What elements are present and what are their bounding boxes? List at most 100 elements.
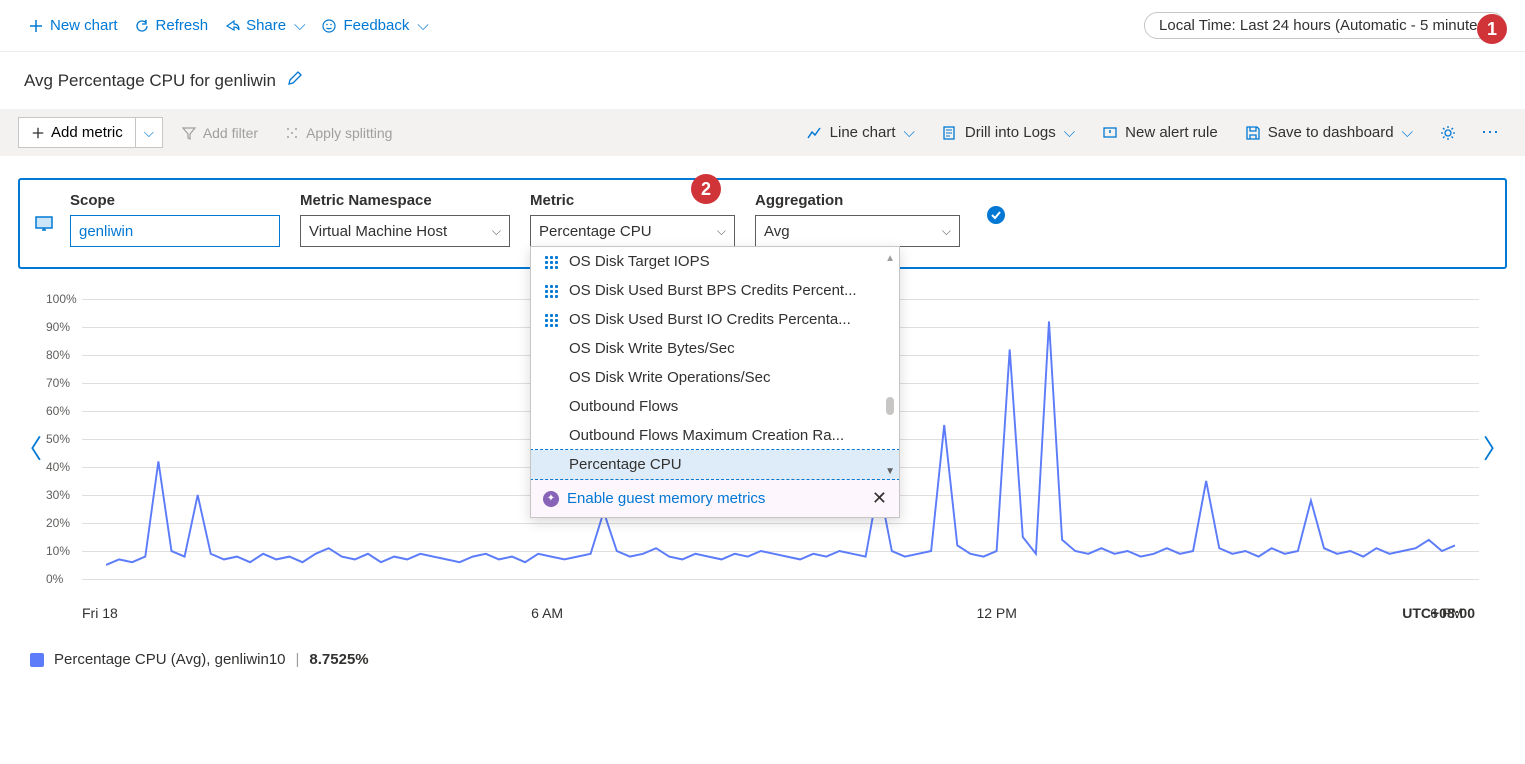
share-label: Share — [246, 17, 286, 34]
metric-option[interactable]: Percentage CPU — [531, 450, 899, 479]
save-dashboard-label: Save to dashboard — [1268, 124, 1394, 141]
y-tick-label: 20% — [46, 516, 70, 530]
filter-icon — [181, 125, 197, 141]
new-chart-label: New chart — [50, 17, 118, 34]
top-toolbar: New chart Refresh Share ⌵ Feedback ⌵ Loc… — [0, 0, 1525, 52]
compass-icon: ✦ — [543, 491, 559, 507]
feedback-label: Feedback — [343, 17, 409, 34]
callout-2: 2 — [691, 174, 721, 204]
metric-option-label: OS Disk Write Bytes/Sec — [569, 340, 735, 357]
legend-swatch — [30, 653, 44, 667]
metric-option-label: Outbound Flows Maximum Creation Ra... — [569, 427, 844, 444]
chevron-down-icon: ⌵ — [1402, 124, 1413, 141]
chart-title: Avg Percentage CPU for genliwin — [0, 52, 1525, 109]
apply-splitting-button: Apply splitting — [276, 121, 400, 145]
close-icon[interactable]: ✕ — [872, 488, 887, 509]
chevron-down-icon: ⌵ — [904, 124, 915, 141]
save-dashboard-button[interactable]: Save to dashboard ⌵ — [1236, 120, 1421, 146]
namespace-value: Virtual Machine Host — [309, 223, 447, 240]
scroll-down-icon[interactable]: ▼ — [885, 466, 895, 477]
drill-logs-button[interactable]: Drill into Logs ⌵ — [933, 120, 1083, 146]
chevron-down-icon: ⌵ — [942, 224, 951, 239]
edit-title-button[interactable] — [287, 71, 303, 90]
scatter-icon — [543, 254, 559, 270]
pencil-icon — [287, 70, 303, 86]
y-tick-label: 60% — [46, 404, 70, 418]
add-metric-button[interactable]: Add metric — [18, 117, 136, 148]
metric-option-label: OS Disk Used Burst IO Credits Percenta..… — [569, 311, 851, 328]
more-button[interactable]: ⋯ — [1475, 122, 1507, 143]
x-tick-label: Fri 18 — [82, 605, 118, 621]
y-tick-label: 80% — [46, 348, 70, 362]
y-tick-label: 30% — [46, 488, 70, 502]
next-time-button[interactable]: 〉 — [1483, 429, 1509, 466]
metric-option[interactable]: OS Disk Used Burst IO Credits Percenta..… — [531, 305, 899, 334]
x-tick-label: 12 PM — [976, 605, 1016, 621]
scroll-up-icon[interactable]: ▲ — [885, 253, 895, 264]
plus-icon — [31, 126, 45, 140]
x-axis-labels: Fri 186 AM12 PM6 PM — [82, 605, 1463, 621]
legend-series-name: Percentage CPU (Avg), genliwin10 — [54, 651, 286, 668]
scrollbar-thumb[interactable] — [886, 397, 894, 415]
x-tick-label: 6 AM — [531, 605, 563, 621]
metric-option[interactable]: OS Disk Used Burst BPS Credits Percent..… — [531, 276, 899, 305]
metric-option[interactable]: OS Disk Write Bytes/Sec — [531, 334, 899, 363]
aggregation-selector[interactable]: Avg ⌵ — [755, 215, 960, 247]
add-metric-dropdown[interactable]: ⌵ — [136, 117, 163, 148]
scope-selector[interactable]: genliwin — [70, 215, 280, 247]
time-range-picker[interactable]: Local Time: Last 24 hours (Automatic - 5… — [1144, 12, 1505, 39]
y-tick-label: 50% — [46, 432, 70, 446]
chevron-down-icon: ⌵ — [294, 17, 305, 34]
metric-option[interactable]: Outbound Flows Maximum Creation Ra... — [531, 421, 899, 450]
feedback-button[interactable]: Feedback ⌵ — [313, 13, 436, 38]
monitor-icon — [34, 214, 54, 234]
legend-value: 8.7525% — [309, 651, 368, 668]
metric-value: Percentage CPU — [539, 223, 652, 240]
settings-button[interactable] — [1431, 120, 1465, 146]
metric-selector[interactable]: Percentage CPU ⌵ ▲ OS Disk Target IOPSOS… — [530, 215, 735, 247]
refresh-label: Refresh — [156, 17, 209, 34]
add-filter-label: Add filter — [203, 125, 258, 141]
y-tick-label: 10% — [46, 544, 70, 558]
refresh-icon — [134, 18, 150, 34]
add-filter-button: Add filter — [173, 121, 266, 145]
y-tick-label: 0% — [46, 572, 63, 586]
new-alert-button[interactable]: New alert rule — [1093, 120, 1226, 146]
enable-guest-metrics-link[interactable]: Enable guest memory metrics — [567, 490, 765, 507]
smiley-icon — [321, 18, 337, 34]
chevron-down-icon: ⌵ — [717, 224, 726, 239]
legend-separator: | — [296, 651, 300, 668]
namespace-selector[interactable]: Virtual Machine Host ⌵ — [300, 215, 510, 247]
aggregation-value: Avg — [764, 223, 790, 240]
metric-dropdown: ▲ OS Disk Target IOPS OS Disk Used Burst … — [530, 246, 900, 518]
metric-option[interactable]: OS Disk Write Operations/Sec — [531, 363, 899, 392]
metric-config-bar: Scope genliwin Metric Namespace Virtual … — [18, 178, 1507, 269]
chevron-down-icon: ⌵ — [417, 17, 428, 34]
metric-option[interactable]: OS Disk Target IOPS — [531, 247, 899, 276]
dropdown-footer: ✦ Enable guest memory metrics ✕ — [531, 479, 899, 517]
chevron-down-icon: ⌵ — [1064, 124, 1075, 141]
save-icon — [1244, 124, 1262, 142]
refresh-button[interactable]: Refresh — [126, 13, 217, 38]
add-metric-label: Add metric — [51, 124, 123, 141]
line-chart-label: Line chart — [830, 124, 896, 141]
metric-option[interactable]: Outbound Flows — [531, 392, 899, 421]
scope-field: Scope genliwin — [70, 192, 280, 247]
chart-type-selector[interactable]: Line chart ⌵ — [798, 120, 923, 146]
metric-field: 2 Metric Percentage CPU ⌵ ▲ OS Disk Targ… — [530, 192, 735, 247]
plus-icon — [28, 18, 44, 34]
alert-icon — [1101, 124, 1119, 142]
apply-splitting-label: Apply splitting — [306, 125, 392, 141]
callout-1: 1 — [1477, 14, 1507, 44]
scope-value: genliwin — [79, 223, 133, 240]
metric-option-label: OS Disk Target IOPS — [569, 253, 710, 270]
chart-title-text: Avg Percentage CPU for genliwin — [24, 71, 276, 90]
apply-check-icon[interactable] — [986, 205, 1006, 231]
prev-time-button[interactable]: 〈 — [16, 429, 42, 466]
metric-option-label: OS Disk Used Burst BPS Credits Percent..… — [569, 282, 857, 299]
new-chart-button[interactable]: New chart — [20, 13, 126, 38]
scatter-icon — [543, 312, 559, 328]
split-icon — [284, 125, 300, 141]
y-tick-label: 40% — [46, 460, 70, 474]
share-button[interactable]: Share ⌵ — [216, 13, 313, 38]
